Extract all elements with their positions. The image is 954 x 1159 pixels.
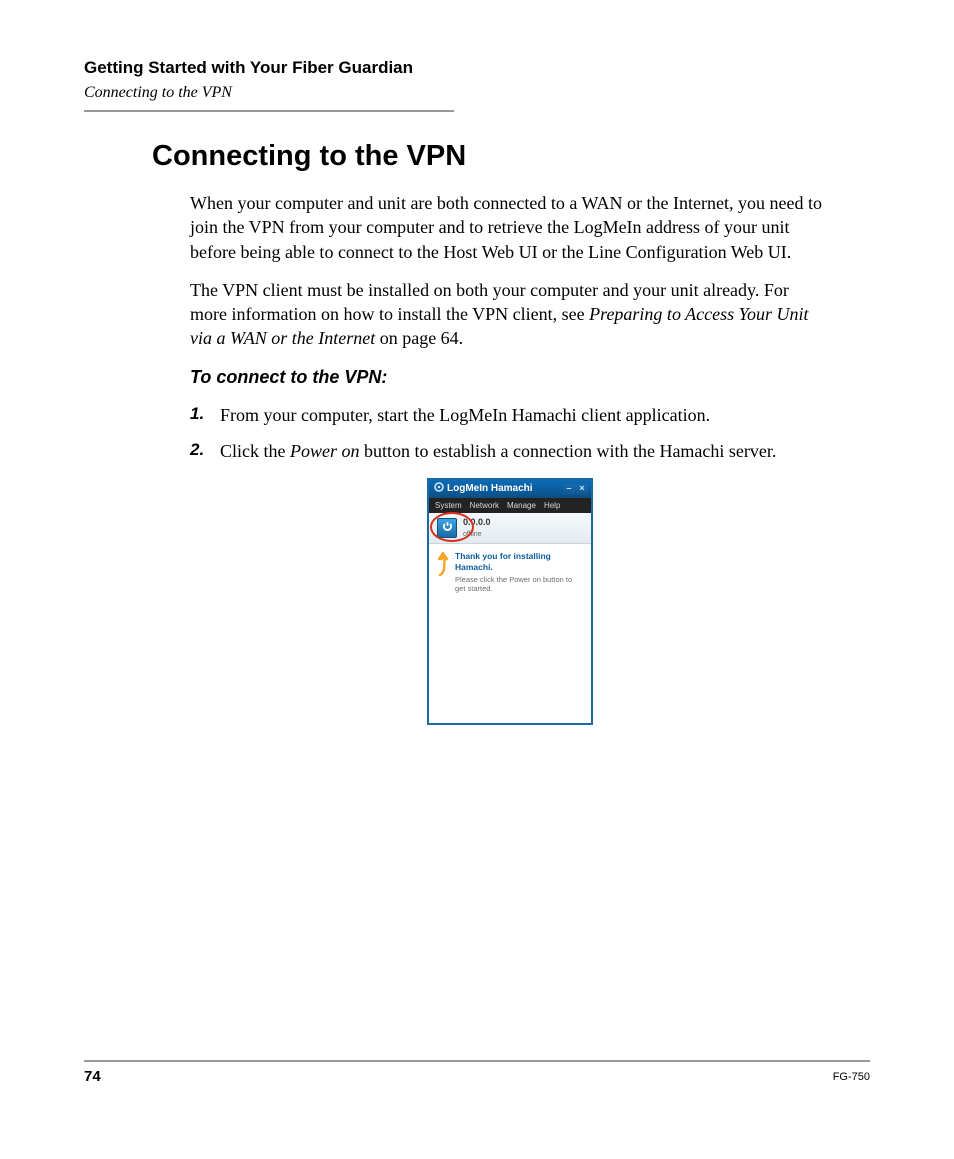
app-logo-icon xyxy=(434,482,444,496)
document-page: Getting Started with Your Fiber Guardian… xyxy=(0,0,954,1159)
titlebar[interactable]: LogMeIn Hamachi – × xyxy=(429,480,591,498)
step-2-suffix: button to establish a connection with th… xyxy=(360,441,777,461)
chapter-title: Getting Started with Your Fiber Guardian xyxy=(84,58,870,78)
status-row: 0.0.0.0 offline xyxy=(429,513,591,544)
menu-system[interactable]: System xyxy=(435,501,462,511)
header-rule xyxy=(84,110,454,112)
peer-list-empty xyxy=(429,603,591,723)
procedure-heading: To connect to the VPN: xyxy=(190,365,830,389)
running-header: Getting Started with Your Fiber Guardian… xyxy=(84,58,870,112)
window-title: LogMeIn Hamachi xyxy=(447,483,533,495)
welcome-panel: Thank you for installing Hamachi. Please… xyxy=(429,544,591,602)
up-arrow-icon xyxy=(437,551,449,592)
body-column: When your computer and unit are both con… xyxy=(190,191,830,725)
connection-state: offline xyxy=(463,531,482,538)
intro-paragraph-2: The VPN client must be installed on both… xyxy=(190,278,830,351)
step-2: Click the Power on button to establish a… xyxy=(190,439,830,463)
step-2-emphasis: Power on xyxy=(290,441,360,461)
step-1-text: From your computer, start the LogMeIn Ha… xyxy=(220,405,710,425)
menubar: System Network Manage Help xyxy=(429,498,591,514)
page-title: Connecting to the VPN xyxy=(152,140,870,173)
footer-rule xyxy=(84,1060,870,1062)
p2-tail: on page 64. xyxy=(375,328,463,348)
status-text: 0.0.0.0 offline xyxy=(463,517,491,539)
hamachi-screenshot: LogMeIn Hamachi – × System Network Manag… xyxy=(427,478,593,725)
page-footer: 74 FG-750 xyxy=(84,1060,870,1085)
close-button[interactable]: × xyxy=(576,484,588,494)
menu-network[interactable]: Network xyxy=(470,501,499,511)
ip-address: 0.0.0.0 xyxy=(463,517,491,528)
section-title: Connecting to the VPN xyxy=(84,84,870,102)
menu-help[interactable]: Help xyxy=(544,501,560,511)
welcome-subtitle: Please click the Power on button to get … xyxy=(455,575,583,593)
power-button[interactable] xyxy=(437,518,457,538)
menu-manage[interactable]: Manage xyxy=(507,501,536,511)
step-2-prefix: Click the xyxy=(220,441,290,461)
page-number: 74 xyxy=(84,1068,101,1085)
document-code: FG-750 xyxy=(833,1071,870,1083)
procedure-steps: From your computer, start the LogMeIn Ha… xyxy=(190,403,830,464)
welcome-title: Thank you for installing Hamachi. xyxy=(455,551,583,571)
intro-paragraph-1: When your computer and unit are both con… xyxy=(190,191,830,264)
step-1: From your computer, start the LogMeIn Ha… xyxy=(190,403,830,427)
hamachi-window: LogMeIn Hamachi – × System Network Manag… xyxy=(427,478,593,725)
minimize-button[interactable]: – xyxy=(563,484,575,494)
power-icon xyxy=(442,521,453,535)
